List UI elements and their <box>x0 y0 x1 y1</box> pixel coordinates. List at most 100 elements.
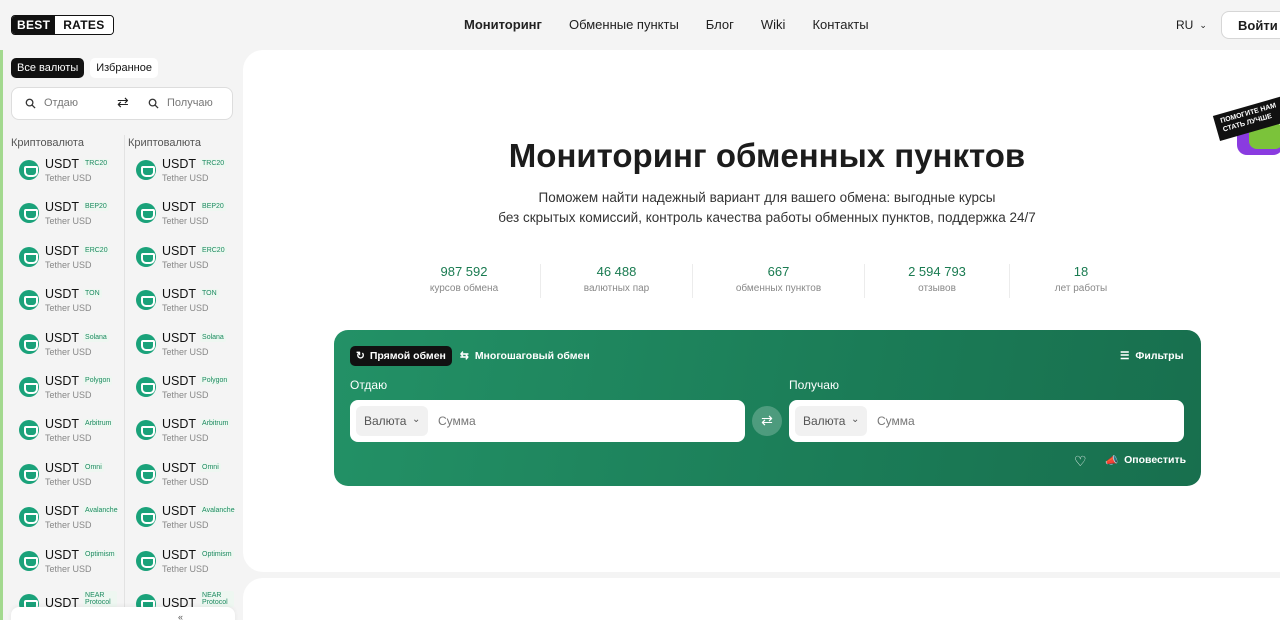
currency-code-line: USDT Avalanche <box>45 504 118 519</box>
currency-code-line: USDT Optimism <box>45 548 117 562</box>
chevron-down-icon: ⌄ <box>1199 19 1207 30</box>
secondary-panel <box>243 578 1280 620</box>
currency-code: USDT <box>162 547 197 562</box>
megaphone-icon: 📣 <box>1105 455 1119 467</box>
currency-item[interactable]: USDT ERC20 Tether USD <box>136 244 227 274</box>
currency-item[interactable]: USDT Omni Tether USD <box>19 461 104 491</box>
currency-code: USDT <box>162 330 197 345</box>
currency-item[interactable]: USDT Solana Tether USD <box>19 331 109 361</box>
currency-code-line: USDT Omni <box>162 461 221 475</box>
language-selector[interactable]: RU ⌄ <box>1176 18 1207 32</box>
give-currency-select[interactable]: Валюта ⌄ <box>356 406 428 436</box>
currency-text: USDT TON Tether USD <box>45 287 102 317</box>
tether-coin-icon <box>19 377 39 397</box>
currency-text: USDT Avalanche Tether USD <box>45 504 118 534</box>
site-logo[interactable]: BEST RATES <box>11 15 114 35</box>
currency-code-line: USDT TON <box>162 287 219 301</box>
currency-item[interactable]: USDT Arbitrum Tether USD <box>19 417 114 447</box>
currency-item[interactable]: USDT TON Tether USD <box>136 287 219 317</box>
stat-label: отзывов <box>918 283 956 294</box>
currency-item[interactable]: USDT ERC20 Tether USD <box>19 244 110 274</box>
give-amount-input[interactable]: Сумма <box>438 414 476 428</box>
currency-item[interactable]: USDT Solana Tether USD <box>136 331 226 361</box>
tab-multistep-label: Многошаговый обмен <box>474 350 590 362</box>
tether-coin-icon <box>136 290 156 311</box>
filters-button[interactable]: ☰ Фильтры <box>1120 350 1184 362</box>
network-badge: ERC20 <box>200 245 227 255</box>
give-field: Валюта ⌄ Сумма <box>350 400 745 442</box>
notify-button[interactable]: 📣 Оповестить <box>1105 454 1186 467</box>
currency-code-line: USDT Polygon <box>162 374 230 388</box>
network-badge: Optimism <box>83 549 117 559</box>
currency-item[interactable]: USDT Optimism Tether USD <box>136 548 234 578</box>
currency-item[interactable]: USDT Avalanche Tether USD <box>136 504 235 534</box>
tether-coin-icon <box>136 463 156 484</box>
network-badge: NEAR Protocol <box>83 591 118 607</box>
currency-item[interactable]: USDT Arbitrum Tether USD <box>136 417 231 447</box>
stat-label: курсов обмена <box>429 283 499 294</box>
tab-favorites[interactable]: Избранное <box>90 58 158 78</box>
get-field: Валюта ⌄ Сумма <box>789 400 1184 442</box>
search-give[interactable]: Отдаю <box>25 97 78 109</box>
currency-code: USDT <box>162 374 197 388</box>
currency-text: USDT Arbitrum Tether USD <box>45 417 114 447</box>
currency-item[interactable]: USDT Polygon Tether USD <box>136 374 230 404</box>
tether-coin-icon <box>136 333 156 354</box>
tether-coin-icon <box>19 507 39 528</box>
swap-currencies-button[interactable]: ⇄ <box>752 406 782 436</box>
get-currency-select[interactable]: Валюта ⌄ <box>795 406 867 436</box>
stat-pairs: 46 488 валютных пар <box>541 264 693 298</box>
stats-row: 987 592 курсов обмена 46 488 валютных па… <box>388 264 1152 298</box>
currency-code: USDT <box>45 374 80 388</box>
sidebar-collapse-bar[interactable]: « <box>11 607 235 620</box>
network-badge: Omni <box>83 462 104 472</box>
nav-contacts[interactable]: Контакты <box>812 17 868 32</box>
currency-item[interactable]: USDT Polygon Tether USD <box>19 374 113 404</box>
tether-coin-icon <box>19 463 39 484</box>
tether-coin-icon <box>19 550 39 571</box>
currency-code-line: USDT Arbitrum <box>45 417 114 431</box>
tether-coin-icon <box>136 550 156 571</box>
currency-item[interactable]: USDT Avalanche Tether USD <box>19 504 118 534</box>
currency-item[interactable]: USDT TON Tether USD <box>19 287 102 317</box>
currency-code: USDT <box>162 243 197 258</box>
currency-code: USDT <box>45 460 80 475</box>
favorite-heart-icon[interactable]: ♡ <box>1074 453 1087 470</box>
network-badge: Avalanche <box>83 506 118 516</box>
currency-code: USDT <box>45 504 80 519</box>
get-amount-input[interactable]: Сумма <box>877 414 915 428</box>
currency-text: USDT Solana Tether USD <box>162 331 226 361</box>
currency-text: USDT Solana Tether USD <box>45 331 109 361</box>
tab-multistep-exchange[interactable]: ⇆ Многошаговый обмен <box>460 350 590 362</box>
currency-code-line: USDT Arbitrum <box>162 417 231 431</box>
tab-direct-exchange[interactable]: ↻ Прямой обмен <box>350 346 452 366</box>
currency-name: Tether USD <box>45 520 92 531</box>
swap-icon[interactable]: ⇄ <box>117 94 129 111</box>
currency-item[interactable]: USDT Omni Tether USD <box>136 461 221 491</box>
stat-label: обменных пунктов <box>735 283 822 294</box>
collapse-icon[interactable]: « <box>178 612 183 620</box>
login-button[interactable]: Войти <box>1221 11 1280 39</box>
nav-monitoring[interactable]: Мониторинг <box>464 17 542 32</box>
multistep-icon: ⇆ <box>460 350 469 362</box>
stat-label: лет работы <box>1054 283 1108 294</box>
nav-exchangers[interactable]: Обменные пункты <box>569 17 679 32</box>
currency-text: USDT Arbitrum Tether USD <box>162 417 231 447</box>
tether-coin-icon <box>136 377 156 397</box>
currency-item[interactable]: USDT Optimism Tether USD <box>19 548 117 578</box>
give-currency-placeholder: Валюта <box>364 414 407 428</box>
currency-code-line: USDT Solana <box>45 331 109 345</box>
search-get-placeholder: Получаю <box>167 97 213 109</box>
subtitle-line-2: без скрытых комиссий, контроль качества … <box>498 210 1036 225</box>
nav-wiki[interactable]: Wiki <box>761 17 786 32</box>
search-get[interactable]: Получаю <box>148 97 213 109</box>
top-header: BEST RATES Мониторинг Обменные пункты Бл… <box>0 0 1280 50</box>
repeat-icon: ↻ <box>356 350 365 362</box>
currency-name: Tether USD <box>45 259 92 270</box>
stat-label: валютных пар <box>583 283 650 294</box>
tether-coin-icon <box>19 290 39 311</box>
tab-all-currencies[interactable]: Все валюты <box>11 58 85 78</box>
nav-blog[interactable]: Блог <box>706 17 734 32</box>
currency-sidebar: Все валюты Избранное Отдаю ⇄ Получаю Кри… <box>0 50 243 620</box>
network-badge: Polygon <box>83 376 113 385</box>
